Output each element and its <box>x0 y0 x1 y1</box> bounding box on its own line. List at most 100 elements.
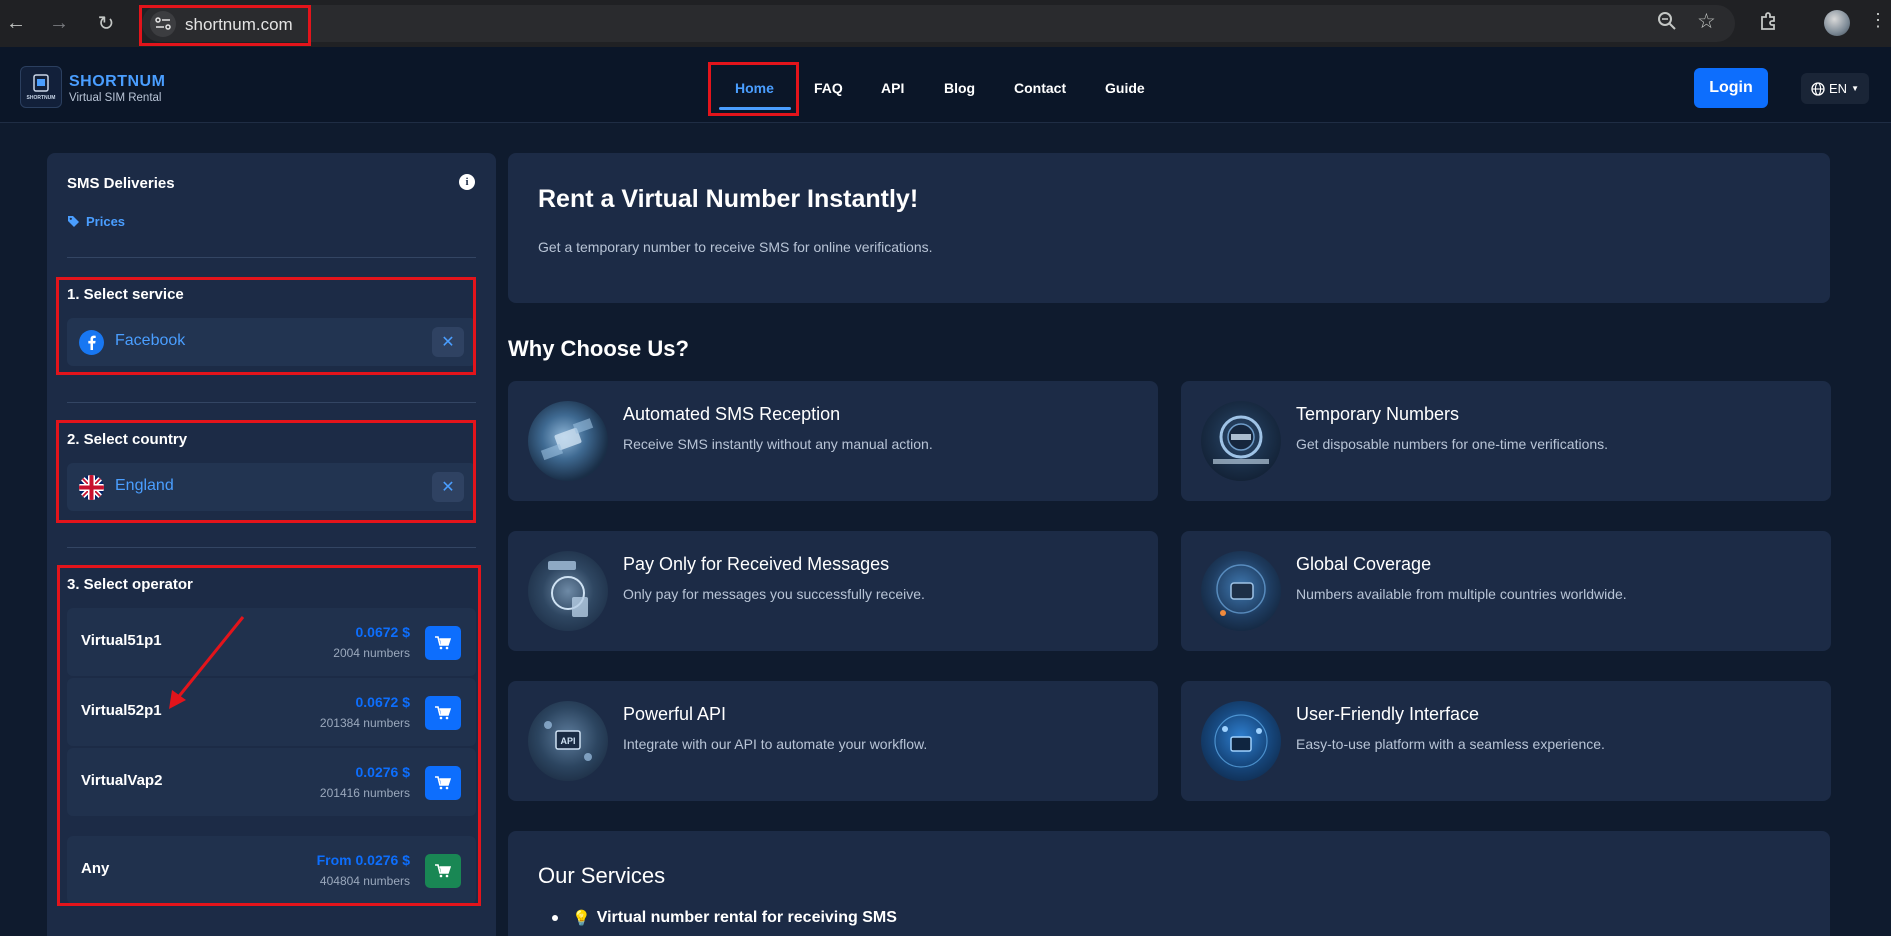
buy-cart-button[interactable] <box>425 766 461 800</box>
info-icon[interactable]: i <box>459 174 475 190</box>
back-icon[interactable]: ← <box>4 11 28 35</box>
clear-country-icon[interactable]: ✕ <box>432 472 464 502</box>
operator-row-virtualvap2[interactable]: VirtualVap2 0.0276 $ 201416 numbers <box>67 748 476 816</box>
clear-service-icon[interactable]: ✕ <box>432 327 464 357</box>
feature-desc: Only pay for messages you successfully r… <box>623 586 925 602</box>
country-value: England <box>115 477 174 494</box>
why-choose-title: Why Choose Us? <box>508 336 689 361</box>
feature-desc: Get disposable numbers for one-time veri… <box>1296 436 1609 452</box>
feature-card: Temporary Numbers Get disposable numbers… <box>1181 381 1831 501</box>
operator-price: 0.0672 $ <box>355 694 411 710</box>
operator-price: 0.0276 $ <box>355 764 411 780</box>
operator-price: 0.0672 $ <box>355 624 411 640</box>
reload-icon[interactable]: ↻ <box>94 11 118 35</box>
hero-title: Rent a Virtual Number Instantly! <box>538 185 919 213</box>
logo-badge-text: SHORTNUM <box>27 95 56 101</box>
interface-icon <box>1201 701 1281 781</box>
forward-icon[interactable]: → <box>47 11 71 35</box>
operator-name: VirtualVap2 <box>81 772 163 789</box>
service-list-item: 💡 Virtual number rental for receiving SM… <box>552 909 897 927</box>
operator-count: 201384 numbers <box>319 716 410 730</box>
prices-link-label[interactable]: Prices <box>86 214 125 229</box>
prices-link[interactable]: Prices <box>67 214 125 229</box>
menu-guide[interactable]: Guide <box>1105 80 1145 96</box>
feature-card: API Powerful API Integrate with our API … <box>508 681 1158 801</box>
bookmark-star-icon[interactable]: ☆ <box>1697 9 1716 34</box>
feature-title: Powerful API <box>623 704 727 724</box>
hero-card: Rent a Virtual Number Instantly! Get a t… <box>508 153 1830 303</box>
country-select[interactable]: England ✕ <box>67 463 476 511</box>
menu-faq[interactable]: FAQ <box>814 80 843 96</box>
globe-phone-icon <box>1201 551 1281 631</box>
cart-icon <box>435 636 451 650</box>
menu-blog[interactable]: Blog <box>944 80 975 96</box>
cart-icon <box>435 864 451 878</box>
operator-row-virtual52p1[interactable]: Virtual52p1 0.0672 $ 201384 numbers <box>67 678 476 746</box>
uk-flag-icon <box>79 475 104 500</box>
operator-row-any[interactable]: Any From 0.0276 $ 404804 numbers <box>67 836 476 904</box>
site-settings-icon[interactable] <box>150 11 176 37</box>
feature-card: Automated SMS Reception Receive SMS inst… <box>508 381 1158 501</box>
menu-dots-icon[interactable]: ⋮ <box>1869 10 1887 31</box>
buy-cart-button[interactable] <box>425 626 461 660</box>
sms-deliveries-panel: SMS Deliveries i Prices 1. Select servic… <box>47 153 496 936</box>
logo-icon[interactable]: SHORTNUM <box>20 66 62 108</box>
login-button[interactable]: Login <box>1694 68 1768 108</box>
feature-title: Global Coverage <box>1296 554 1432 574</box>
svg-text:API: API <box>560 736 575 746</box>
profile-avatar[interactable] <box>1824 10 1850 36</box>
feature-title: Automated SMS Reception <box>623 404 841 424</box>
api-icon: API <box>528 701 608 781</box>
refund-icon <box>528 551 608 631</box>
operator-count: 201416 numbers <box>319 786 410 800</box>
logo-title[interactable]: SHORTNUM <box>69 73 165 91</box>
feature-desc: Integrate with our API to automate your … <box>623 736 928 752</box>
chip-icon <box>528 401 608 481</box>
operator-name: Any <box>81 860 110 877</box>
step3-label: 3. Select operator <box>67 576 193 593</box>
feature-title: Pay Only for Received Messages <box>623 554 890 574</box>
bullet <box>552 915 558 921</box>
menu-api[interactable]: API <box>881 80 904 96</box>
operator-row-virtual51p1[interactable]: Virtual51p1 0.0672 $ 2004 numbers <box>67 608 476 676</box>
feature-card: Global Coverage Numbers available from m… <box>1181 531 1831 651</box>
cart-icon <box>435 706 451 720</box>
feature-card: User-Friendly Interface Easy-to-use plat… <box>1181 681 1831 801</box>
operator-price: From 0.0276 $ <box>316 852 410 868</box>
feature-card: Pay Only for Received Messages Only pay … <box>508 531 1158 651</box>
zoom-icon[interactable] <box>1657 11 1677 36</box>
address-bar[interactable]: shortnum.com ☆ <box>142 5 1735 42</box>
feature-title: User-Friendly Interface <box>1296 704 1480 724</box>
feature-desc: Easy-to-use platform with a seamless exp… <box>1296 736 1605 752</box>
menu-home[interactable]: Home <box>735 80 774 96</box>
menu-contact[interactable]: Contact <box>1014 80 1066 96</box>
feature-title: Temporary Numbers <box>1296 404 1460 424</box>
caret-down-icon: ▼ <box>1851 84 1859 93</box>
panel-title: SMS Deliveries <box>67 175 175 192</box>
browser-toolbar: ← → ↻ shortnum.com ☆ ⋮ <box>0 0 1891 47</box>
url-text[interactable]: shortnum.com <box>185 15 293 35</box>
buy-cart-button[interactable] <box>425 696 461 730</box>
cart-icon <box>435 776 451 790</box>
facebook-icon <box>79 330 104 355</box>
hero-subtitle: Get a temporary number to receive SMS fo… <box>538 239 933 255</box>
feature-desc: Receive SMS instantly without any manual… <box>623 436 933 452</box>
divider <box>67 257 476 258</box>
logo-subtitle: Virtual SIM Rental <box>69 92 162 104</box>
divider <box>67 402 476 403</box>
extensions-icon[interactable] <box>1758 11 1780 38</box>
feature-desc: Numbers available from multiple countrie… <box>1296 586 1627 602</box>
globe-icon <box>1811 81 1825 96</box>
tag-icon <box>68 216 79 227</box>
operator-count: 2004 numbers <box>333 646 410 660</box>
clock-icon <box>1201 401 1281 481</box>
service-value: Facebook <box>115 332 186 349</box>
buy-any-cart-button[interactable] <box>425 854 461 888</box>
language-label: EN <box>1829 81 1848 96</box>
step1-label: 1. Select service <box>67 286 184 303</box>
language-selector[interactable]: EN ▼ <box>1801 73 1869 104</box>
step2-label: 2. Select country <box>67 431 188 448</box>
active-menu-underline <box>719 107 791 110</box>
our-services-card: Our Services 💡 Virtual number rental for… <box>508 831 1830 936</box>
service-select[interactable]: Facebook ✕ <box>67 318 476 366</box>
